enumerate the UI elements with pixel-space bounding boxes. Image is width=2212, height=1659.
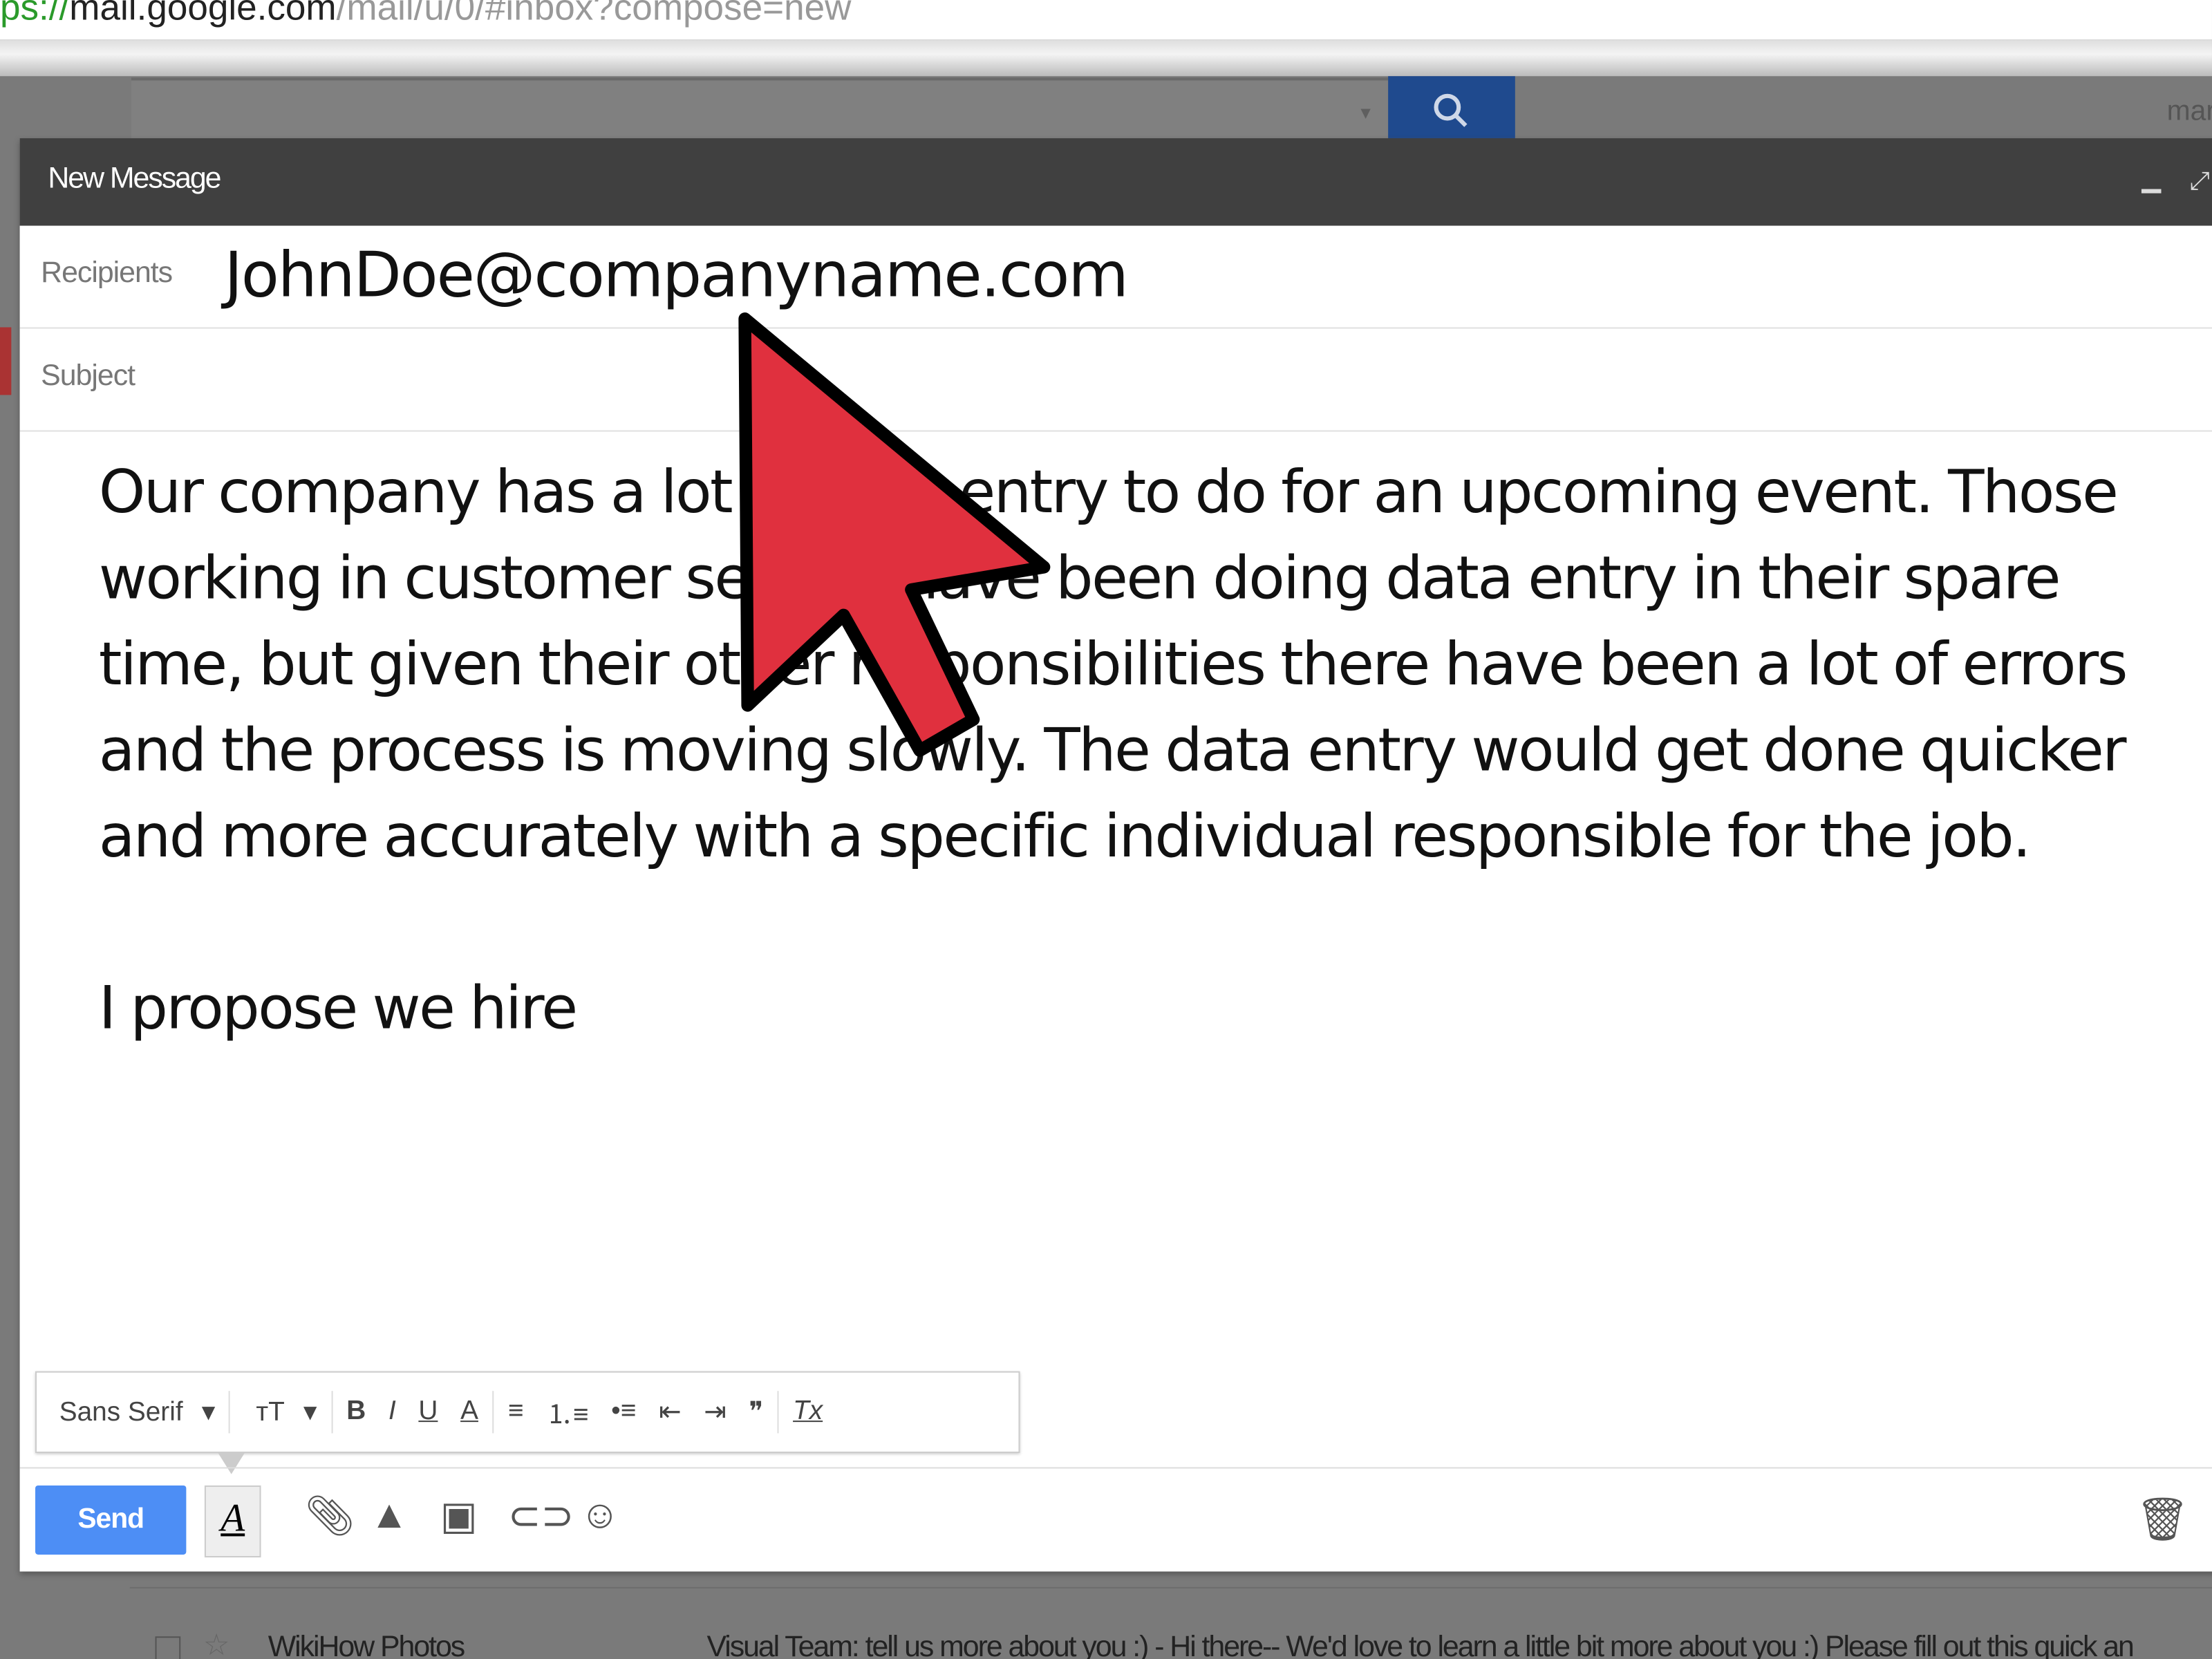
minimize-icon[interactable] [2141, 189, 2162, 194]
font-label: Sans Serif [59, 1397, 183, 1427]
sender: WikiHow Photos [268, 1631, 465, 1659]
recipients-row[interactable]: Recipients JohnDoe@companyname.com [19, 226, 2212, 329]
compose-window: New Message ⤢ Recipients JohnDoe@company… [19, 138, 2212, 1572]
font-select[interactable]: Sans Serif ▾ [48, 1396, 215, 1428]
checkbox[interactable] [155, 1636, 181, 1659]
compose-button-edge[interactable] [0, 327, 12, 395]
subject-row[interactable]: Subject [19, 329, 2212, 432]
snippet: Visual Team: tell us more about you :) -… [706, 1631, 2134, 1659]
search-icon [1434, 93, 1468, 127]
star-icon[interactable]: ☆ [203, 1628, 229, 1659]
recipients-input[interactable]: JohnDoe@companyname.com [224, 240, 1128, 312]
url-host: mail.google.com [69, 0, 337, 28]
send-button[interactable]: Send [35, 1485, 187, 1555]
clear-formatting-icon[interactable]: Tx [793, 1396, 823, 1427]
numbered-list-icon[interactable]: ⒈≡ [546, 1393, 588, 1431]
text-color-icon[interactable]: A [460, 1396, 478, 1427]
subject-label: Subject [41, 359, 135, 393]
screen: ps://mail.google.com/mail/u/0/#inbox?com… [0, 0, 2212, 1659]
trash-icon[interactable]: 🗑︎ [2136, 1495, 2190, 1544]
attach-icon[interactable]: 📎︎ [305, 1492, 355, 1539]
recipients-label: Recipients [41, 256, 173, 290]
inbox-list-item[interactable]: ☆ WikiHow Photos Visual Team: tell us mo… [129, 1586, 2212, 1659]
indent-icon[interactable]: ⇥ [704, 1396, 726, 1428]
drive-icon[interactable]: ▲ [370, 1492, 409, 1537]
search-button[interactable] [1388, 76, 1515, 138]
bulleted-list-icon[interactable]: •≡ [611, 1396, 636, 1427]
body-paragraph: I propose we hire [98, 973, 578, 1043]
link-icon[interactable]: ⊂⊃ [508, 1492, 574, 1539]
body-paragraph: Our company has a lot of data entry to d… [98, 457, 2128, 871]
formatting-toolbar: Sans Serif ▾ тT ▾ B I U A ≡ ⒈≡ •≡ ⇤ ⇥ ❞ … [35, 1371, 1020, 1474]
underline-icon[interactable]: U [418, 1396, 438, 1427]
insert-photo-icon[interactable]: ▣ [440, 1492, 478, 1539]
address-bar[interactable]: ps://mail.google.com/mail/u/0/#inbox?com… [0, 0, 2212, 40]
quote-icon[interactable]: ❞ [749, 1396, 763, 1428]
italic-icon[interactable]: I [388, 1396, 396, 1427]
compose-header: New Message ⤢ [19, 138, 2212, 226]
font-size-icon[interactable]: тT ▾ [245, 1396, 317, 1428]
browser-toolbar-edge [0, 39, 2212, 77]
search-input[interactable]: ▼ [131, 77, 1389, 142]
url-scheme: ps:// [0, 0, 70, 28]
emoji-icon[interactable]: ☺ [580, 1492, 620, 1537]
compose-title: New Message [48, 162, 221, 195]
url-path: /mail/u/0/#inbox?compose=new [336, 0, 852, 28]
bold-icon[interactable]: B [346, 1396, 366, 1427]
account-name[interactable]: mar [2167, 96, 2212, 129]
align-icon[interactable]: ≡ [508, 1396, 524, 1427]
outdent-icon[interactable]: ⇤ [659, 1396, 681, 1428]
divider [19, 1467, 2212, 1469]
message-body[interactable]: Our company has a lot of data entry to d… [99, 449, 2201, 1051]
expand-icon[interactable]: ⤢ [2189, 167, 2209, 196]
size-glyph: тT [256, 1397, 285, 1427]
formatting-options-button[interactable]: A [204, 1485, 261, 1558]
dropdown-arrow-icon[interactable]: ▼ [1357, 103, 1374, 123]
